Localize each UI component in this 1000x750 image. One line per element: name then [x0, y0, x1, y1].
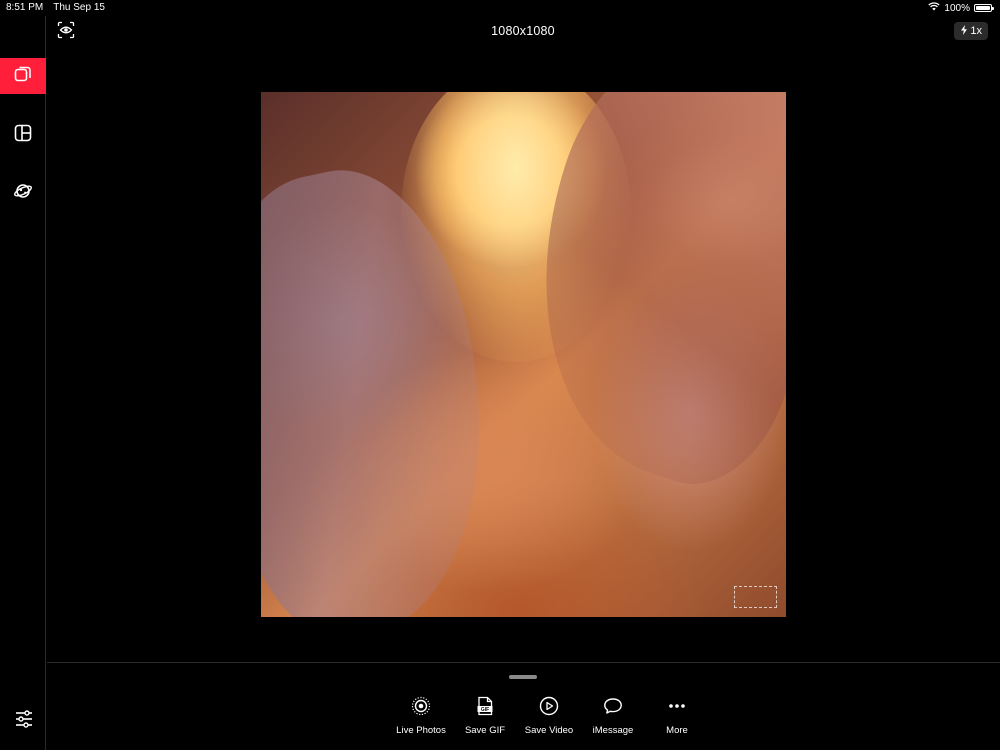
eye-icon	[57, 21, 75, 44]
layout-grid-icon	[13, 123, 33, 148]
sliders-icon	[13, 710, 35, 734]
action-label: Save Video	[524, 725, 574, 736]
status-date: Thu Sep 15	[53, 2, 105, 13]
status-bar: 8:51 PM Thu Sep 15 100%	[0, 0, 1000, 16]
selection-box[interactable]	[734, 586, 777, 608]
gif-badge: GIF	[481, 707, 489, 713]
message-bubble-icon	[603, 696, 623, 721]
more-button[interactable]: More	[648, 697, 706, 736]
status-time: 8:51 PM	[6, 2, 44, 13]
adjustments-button[interactable]	[13, 708, 35, 730]
ellipsis-icon	[667, 696, 687, 721]
sheet-grabber[interactable]	[509, 675, 537, 679]
bottom-divider	[47, 662, 1000, 663]
live-photos-button[interactable]: Live Photos	[392, 696, 450, 736]
save-video-button[interactable]: Save Video	[520, 696, 578, 736]
action-label: Save GIF	[464, 725, 506, 736]
gif-file-icon: GIF	[475, 696, 495, 721]
preview-button[interactable]	[56, 21, 76, 44]
live-photo-icon	[411, 696, 431, 721]
canvas-image[interactable]	[261, 92, 786, 617]
action-label: iMessage	[592, 725, 634, 736]
bolt-icon	[960, 24, 968, 38]
save-gif-button[interactable]: GIF Save GIF	[456, 696, 514, 736]
export-actions: Live Photos GIF Save GIF Save Video iMes…	[392, 696, 706, 736]
battery-percent: 100%	[944, 2, 970, 14]
speed-label: 1x	[970, 25, 982, 37]
imessage-button[interactable]: iMessage	[584, 697, 642, 736]
speed-button[interactable]: 1x	[954, 22, 988, 40]
sidebar-item-effects[interactable]	[0, 175, 46, 211]
battery-icon	[974, 4, 994, 12]
sidebar-item-layout[interactable]	[0, 117, 46, 153]
planet-icon	[13, 181, 33, 206]
layers-icon	[13, 64, 33, 89]
wifi-icon	[928, 2, 941, 14]
sidebar	[0, 16, 46, 750]
action-label: More	[666, 725, 688, 736]
play-circle-icon	[539, 696, 559, 721]
sidebar-item-layers[interactable]	[0, 58, 46, 94]
action-label: Live Photos	[396, 725, 446, 736]
canvas-dimensions: 1080x1080	[491, 24, 555, 38]
